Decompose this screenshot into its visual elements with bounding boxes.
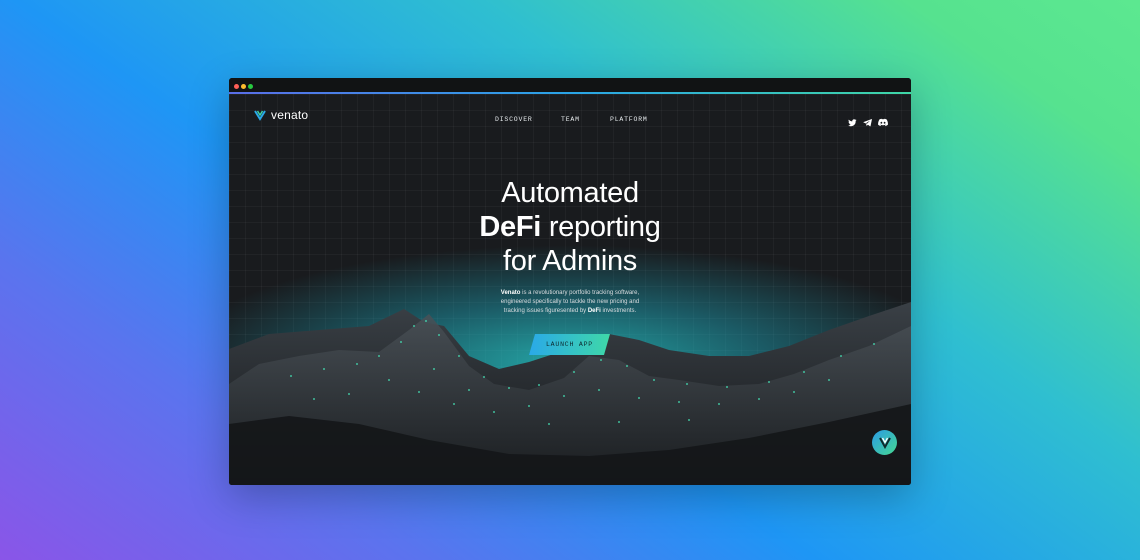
desc-brand: Venato bbox=[500, 290, 521, 296]
nav-team[interactable]: TEAM bbox=[561, 116, 580, 123]
discord-icon[interactable] bbox=[878, 114, 888, 126]
venato-mark-icon bbox=[878, 437, 891, 449]
desc-part-4: investments. bbox=[600, 308, 637, 314]
hero-heading: Automated DeFi reporting for Admins bbox=[229, 176, 911, 278]
close-window-button[interactable] bbox=[234, 84, 239, 89]
launch-app-button[interactable]: LAUNCH APP bbox=[529, 334, 610, 355]
nav-discover[interactable]: DISCOVER bbox=[495, 116, 533, 123]
landing-page: venato DISCOVER TEAM PLATFORM Automated … bbox=[229, 94, 911, 485]
nav-platform[interactable]: PLATFORM bbox=[610, 116, 648, 123]
desc-part-1: is a revolutionary portfolio tracking so… bbox=[520, 290, 640, 296]
brand-logo[interactable]: venato bbox=[253, 108, 308, 122]
hero-line-3: for Admins bbox=[503, 245, 637, 277]
desc-part-3: tracking issues figuresented by bbox=[503, 308, 588, 314]
minimize-window-button[interactable] bbox=[241, 84, 246, 89]
hero-line-1: Automated bbox=[501, 177, 639, 209]
venato-logo-icon bbox=[254, 110, 266, 121]
social-links bbox=[848, 114, 888, 127]
brand-name: venato bbox=[271, 108, 309, 122]
desc-part-2: engineered specifically to tackle the ne… bbox=[500, 299, 640, 305]
hero-line-2-rest: reporting bbox=[541, 211, 661, 243]
desc-defi: DeFi bbox=[587, 308, 601, 314]
twitter-icon[interactable] bbox=[848, 114, 857, 127]
window-titlebar bbox=[229, 78, 911, 94]
floating-logo-button[interactable] bbox=[872, 430, 897, 455]
maximize-window-button[interactable] bbox=[248, 84, 253, 89]
hero-defi-strong: DeFi bbox=[479, 211, 542, 243]
telegram-icon[interactable] bbox=[863, 114, 872, 127]
browser-window: venato DISCOVER TEAM PLATFORM Automated … bbox=[229, 78, 911, 485]
hero-description: Venato is a revolutionary portfolio trac… bbox=[470, 289, 670, 316]
hero-line-2: DeFi reporting bbox=[229, 210, 911, 244]
